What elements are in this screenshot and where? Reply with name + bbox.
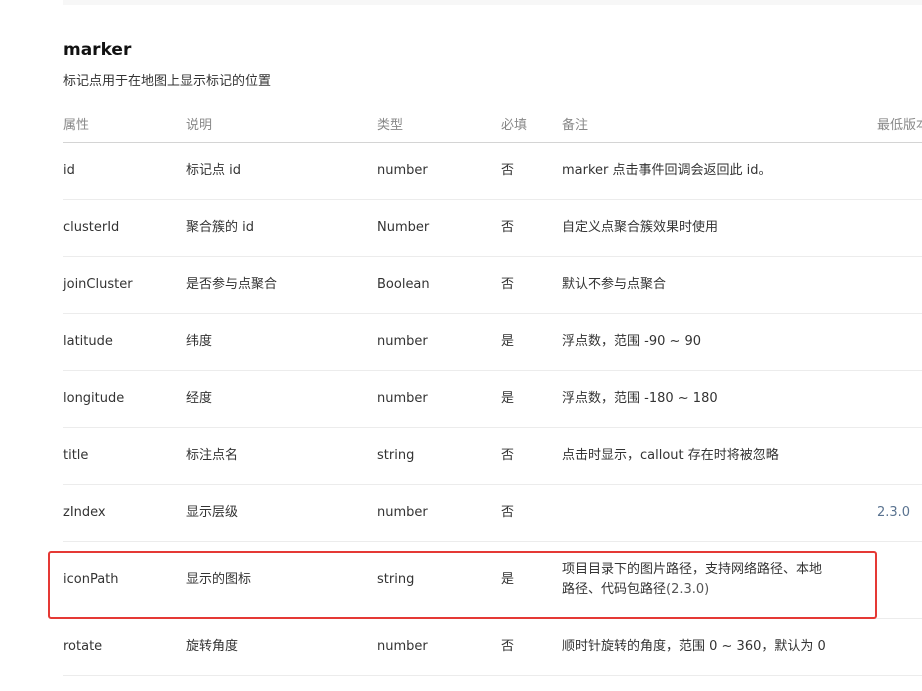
cell-note: 自定义点聚合簇效果时使用 (562, 199, 877, 257)
cell-desc: 经度 (186, 370, 377, 428)
header-desc: 说明 (186, 104, 377, 143)
cell-note: 点击时显示，callout 存在时将被忽略 (562, 427, 877, 485)
cell-note: 默认不参与点聚合 (562, 256, 877, 314)
cell-required: 否 (501, 256, 562, 314)
table-row: longitude 经度 number 是 浮点数，范围 -180 ~ 180 (63, 370, 922, 428)
cell-desc: 显示的图标 (186, 541, 377, 619)
docs-page: marker 标记点用于在地图上显示标记的位置 属性 说明 类型 必填 备注 最… (0, 0, 922, 691)
table-row: id 标记点 id number 否 marker 点击事件回调会返回此 id。 (63, 142, 922, 200)
cell-min-version (877, 313, 922, 371)
cell-desc: 是否参与点聚合 (186, 256, 377, 314)
marker-properties-table: 属性 说明 类型 必填 备注 最低版本 id 标记点 id number 否 m… (63, 104, 922, 676)
cell-type: number (377, 313, 501, 371)
header-attr: 属性 (63, 104, 186, 143)
cell-required: 是 (501, 541, 562, 619)
cell-attr: zIndex (63, 484, 186, 542)
cell-desc: 纬度 (186, 313, 377, 371)
cell-note (562, 484, 877, 542)
note-version: (2.3.0) (666, 582, 710, 597)
cell-required: 否 (501, 142, 562, 200)
cell-type: number (377, 618, 501, 676)
header-type: 类型 (377, 104, 501, 143)
section-description: 标记点用于在地图上显示标记的位置 (63, 74, 272, 89)
table-row: joinCluster 是否参与点聚合 Boolean 否 默认不参与点聚合 (63, 256, 922, 314)
table-row: latitude 纬度 number 是 浮点数，范围 -90 ~ 90 (63, 313, 922, 371)
note-text-wrap: 项目目录下的图片路径，支持网络路径、本地路径、代码包路径(2.3.0) (562, 560, 832, 600)
cell-attr: joinCluster (63, 256, 186, 314)
cell-min-version (877, 618, 922, 676)
cell-note: 项目目录下的图片路径，支持网络路径、本地路径、代码包路径(2.3.0) (562, 541, 877, 619)
cell-required: 否 (501, 427, 562, 485)
header-min-version: 最低版本 (877, 104, 922, 143)
cell-required: 否 (501, 484, 562, 542)
cell-type: number (377, 370, 501, 428)
cell-min-version (877, 199, 922, 257)
table-row: title 标注点名 string 否 点击时显示，callout 存在时将被忽… (63, 427, 922, 485)
cell-desc: 标注点名 (186, 427, 377, 485)
cell-type: string (377, 541, 501, 619)
cell-min-version (877, 142, 922, 200)
cell-note: 浮点数，范围 -180 ~ 180 (562, 370, 877, 428)
table-row: clusterId 聚合簇的 id Number 否 自定义点聚合簇效果时使用 (63, 199, 922, 257)
cell-attr: iconPath (63, 541, 186, 619)
cell-required: 是 (501, 370, 562, 428)
cell-desc: 旋转角度 (186, 618, 377, 676)
cell-min-version: 2.3.0 (877, 484, 922, 542)
table-row: rotate 旋转角度 number 否 顺时针旋转的角度，范围 0 ~ 360… (63, 618, 922, 676)
header-required: 必填 (501, 104, 562, 143)
top-strip (63, 0, 922, 5)
cell-attr: clusterId (63, 199, 186, 257)
cell-min-version (877, 370, 922, 428)
cell-type: number (377, 484, 501, 542)
cell-type: Boolean (377, 256, 501, 314)
cell-min-version (877, 256, 922, 314)
cell-note: 顺时针旋转的角度，范围 0 ~ 360，默认为 0 (562, 618, 877, 676)
cell-attr: id (63, 142, 186, 200)
cell-attr: longitude (63, 370, 186, 428)
cell-note: marker 点击事件回调会返回此 id。 (562, 142, 877, 200)
cell-type: number (377, 142, 501, 200)
cell-required: 否 (501, 199, 562, 257)
cell-type: Number (377, 199, 501, 257)
cell-desc: 聚合簇的 id (186, 199, 377, 257)
table-row: zIndex 显示层级 number 否 2.3.0 (63, 484, 922, 542)
cell-type: string (377, 427, 501, 485)
cell-desc: 标记点 id (186, 142, 377, 200)
header-note: 备注 (562, 104, 877, 143)
cell-required: 否 (501, 618, 562, 676)
table-header-row: 属性 说明 类型 必填 备注 最低版本 (63, 104, 922, 143)
cell-desc: 显示层级 (186, 484, 377, 542)
cell-attr: rotate (63, 618, 186, 676)
cell-note: 浮点数，范围 -90 ~ 90 (562, 313, 877, 371)
cell-min-version (877, 427, 922, 485)
cell-attr: latitude (63, 313, 186, 371)
cell-min-version (877, 541, 922, 619)
section-title: marker (63, 40, 132, 60)
cell-required: 是 (501, 313, 562, 371)
cell-attr: title (63, 427, 186, 485)
table-row-highlighted: iconPath 显示的图标 string 是 项目目录下的图片路径，支持网络路… (63, 541, 922, 619)
